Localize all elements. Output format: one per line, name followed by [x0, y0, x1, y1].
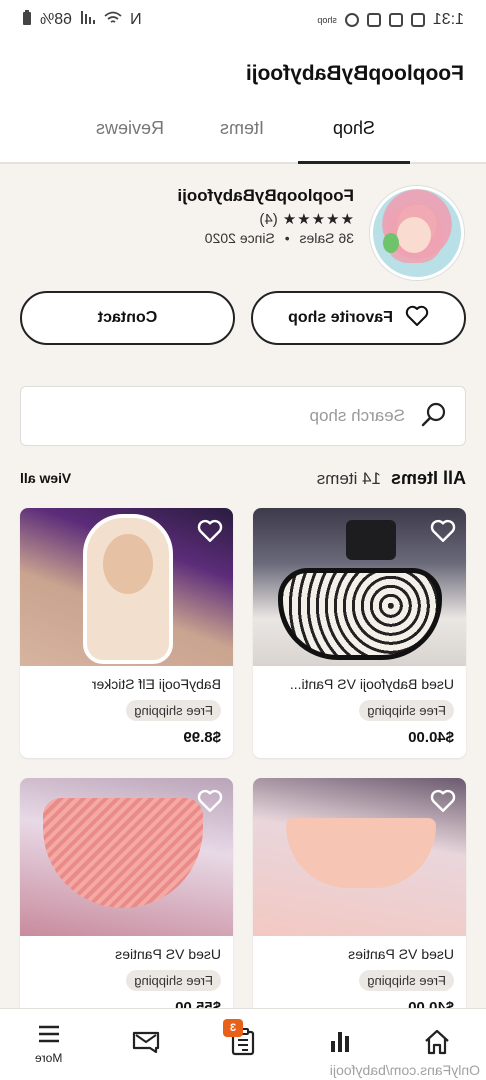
menu-icon: [37, 1024, 61, 1049]
instagram-icon: [410, 13, 425, 27]
product-info: Used VS Panties Free shipping $40.00: [253, 936, 466, 1016]
product-info: BabyFooji Elf Sticker Free shipping $8.9…: [20, 666, 233, 746]
product-card[interactable]: Used VS Panties Free shipping $55.00: [20, 778, 233, 1028]
garment-shape: [43, 798, 203, 908]
battery-percent: 68%: [40, 11, 73, 28]
items-header: All Items 14 items View all: [20, 466, 466, 490]
product-price: $40.00: [408, 729, 454, 746]
rating-count: (4): [259, 210, 278, 228]
shipping-badge: Free shipping: [359, 700, 454, 721]
battery-icon: [22, 9, 32, 31]
shop-tabs: Shop Items Reviews: [0, 104, 486, 162]
favorite-shop-label: Favorite shop: [288, 309, 393, 326]
favorite-item-button[interactable]: [195, 516, 225, 546]
notification-icon: [344, 13, 359, 27]
nav-orders[interactable]: 3: [213, 1015, 273, 1075]
favorite-shop-button[interactable]: Favorite shop: [251, 291, 466, 345]
search-input[interactable]: [105, 406, 405, 426]
shop-name: FooploopByBabyfooji: [177, 186, 354, 205]
product-grid: Used Babyfooji VS Panti... Free shipping…: [20, 508, 466, 1028]
contact-label: Contact: [97, 309, 158, 326]
all-items-title: All Items: [390, 467, 466, 488]
product-title: BabyFooji Elf Sticker: [91, 676, 221, 692]
status-bar: 1:31 shop N 68%: [0, 0, 486, 40]
product-title: Used VS Panties: [348, 946, 454, 962]
tab-reviews[interactable]: Reviews: [74, 104, 186, 162]
shop-meta: 36 Sales • Since 2020: [177, 230, 354, 246]
profile-info: FooploopByBabyfooji ★★★★★ (4) 36 Sales •…: [177, 186, 354, 246]
product-card[interactable]: Used Babyfooji VS Panti... Free shipping…: [253, 508, 466, 758]
shop-header: FooploopByBabyfooji Shop Items Reviews: [0, 40, 486, 164]
page-title: FooploopByBabyfooji: [245, 62, 464, 85]
watermark-text: OnlyFans.com/babyfooji: [329, 1062, 480, 1078]
since-year: Since 2020: [204, 230, 275, 246]
status-time: 1:31: [432, 11, 464, 28]
avatar[interactable]: [370, 186, 464, 280]
search-icon[interactable]: [421, 401, 447, 432]
favorite-item-button[interactable]: [195, 786, 225, 816]
rating-stars-icon: ★★★★★: [281, 211, 354, 228]
shipping-badge: Free shipping: [126, 700, 221, 721]
app-screen: 1:31 shop N 68% FooploopByBabyfooji Shop: [0, 0, 486, 1080]
nav-messages[interactable]: [116, 1015, 176, 1075]
tab-items[interactable]: Items: [186, 104, 298, 162]
shop-actions: Favorite shop Contact: [20, 291, 466, 345]
items-count: 14 items: [316, 468, 381, 488]
nfc-icon: N: [130, 11, 142, 28]
garment-shape: [286, 818, 436, 888]
product-info: Used Babyfooji VS Panti... Free shipping…: [253, 666, 466, 746]
orders-badge: 3: [223, 1018, 244, 1037]
sticker-figure: [103, 534, 153, 594]
heart-icon: [405, 305, 429, 332]
stats-icon: [328, 1030, 352, 1059]
contact-button[interactable]: Contact: [20, 291, 235, 345]
garment-shape: [278, 568, 442, 660]
shop-rating: ★★★★★ (4): [177, 210, 354, 229]
signal-icon: [80, 10, 96, 30]
instagram-icon: [366, 13, 381, 27]
messages-icon: [132, 1030, 160, 1059]
shipping-badge: Free shipping: [359, 970, 454, 991]
product-card[interactable]: BabyFooji Elf Sticker Free shipping $8.9…: [20, 508, 233, 758]
shop-profile: FooploopByBabyfooji ★★★★★ (4) 36 Sales •…: [22, 186, 464, 282]
product-card[interactable]: Used VS Panties Free shipping $40.00: [253, 778, 466, 1028]
home-icon: [423, 1029, 451, 1060]
shipping-badge: Free shipping: [126, 970, 221, 991]
avatar-parrot: [383, 233, 399, 253]
view-all-link[interactable]: View all: [20, 470, 71, 486]
product-title: Used Babyfooji VS Panti...: [289, 676, 454, 692]
nav-more-label: More: [34, 1051, 63, 1065]
search-bar: [20, 386, 466, 446]
product-title: Used VS Panties: [115, 946, 221, 962]
shop-notification-label: shop: [317, 15, 337, 25]
sales-count: 36 Sales: [299, 230, 354, 246]
background-object: [346, 520, 396, 560]
favorite-item-button[interactable]: [428, 786, 458, 816]
product-price: $8.99: [183, 729, 221, 746]
wifi-icon: [104, 11, 122, 30]
meta-separator: •: [284, 230, 290, 246]
favorite-item-button[interactable]: [428, 516, 458, 546]
tab-shop[interactable]: Shop: [298, 104, 410, 162]
instagram-icon: [388, 13, 403, 27]
avatar-face: [397, 217, 431, 253]
items-heading: All Items 14 items: [317, 468, 466, 489]
nav-more[interactable]: More: [19, 1015, 79, 1075]
product-info: Used VS Panties Free shipping $55.00: [20, 936, 233, 1016]
